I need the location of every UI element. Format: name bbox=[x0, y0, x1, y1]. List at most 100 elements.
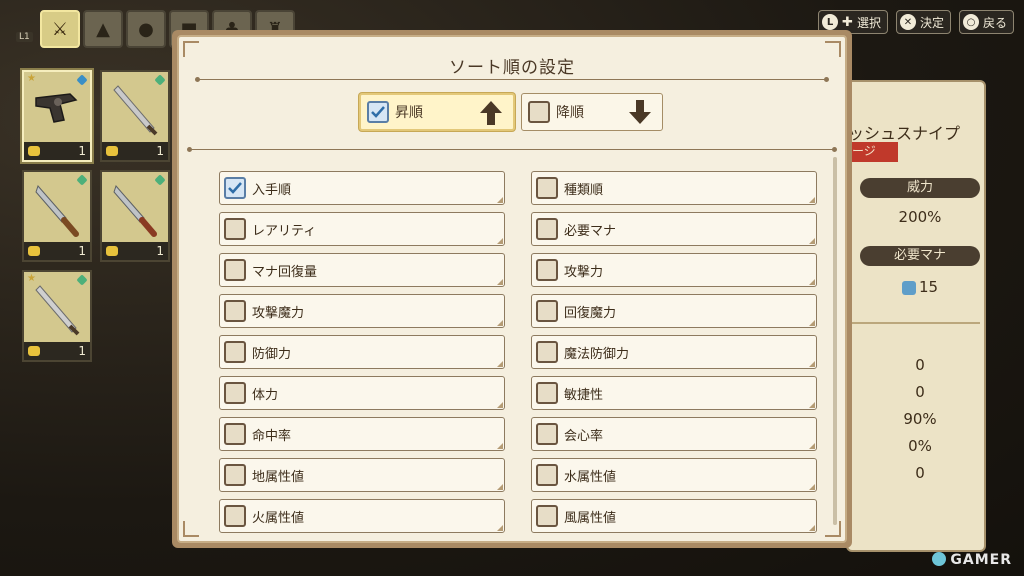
item-count: 1 bbox=[156, 144, 164, 158]
logo-icon bbox=[932, 552, 947, 566]
coin-icon bbox=[106, 246, 118, 256]
coin-icon bbox=[28, 246, 40, 256]
dialog-body: ソート順の設定 昇順 降順 入手順 レアリティ マナ回復量 攻撃魔力 防御力 体… bbox=[177, 35, 847, 543]
ascending-label: 昇順 bbox=[395, 105, 423, 121]
sort-option[interactable]: 種類順 bbox=[531, 171, 817, 205]
cross-button-icon: ✕ bbox=[899, 14, 916, 30]
tab-potion-icon[interactable]: ● bbox=[126, 10, 166, 48]
sort-option[interactable]: 水属性値 bbox=[531, 458, 817, 492]
sort-option[interactable]: 攻撃力 bbox=[531, 253, 817, 287]
checkbox bbox=[536, 423, 558, 445]
stat-value: 0 bbox=[915, 464, 925, 482]
knife-icon bbox=[35, 185, 79, 237]
inventory-item[interactable]: ★ 1 bbox=[22, 270, 92, 362]
sort-option[interactable]: 風属性値 bbox=[531, 499, 817, 533]
stat-value: 90% bbox=[903, 410, 937, 428]
sort-option[interactable]: 地属性値 bbox=[219, 458, 505, 492]
sword-icon bbox=[35, 285, 80, 336]
divider bbox=[195, 77, 829, 82]
sort-option[interactable]: 会心率 bbox=[531, 417, 817, 451]
power-label: 威力 bbox=[860, 178, 980, 198]
sort-option[interactable]: 防御力 bbox=[219, 335, 505, 369]
inventory-item[interactable]: ★ 1 bbox=[22, 70, 92, 162]
checkbox bbox=[536, 505, 558, 527]
sort-order-dialog: ソート順の設定 昇順 降順 入手順 レアリティ マナ回復量 攻撃魔力 防御力 体… bbox=[172, 30, 852, 548]
item-count: 1 bbox=[78, 144, 86, 158]
checkbox bbox=[224, 341, 246, 363]
sort-option-label: 体力 bbox=[252, 387, 279, 403]
checkbox bbox=[536, 300, 558, 322]
scrollbar-thumb[interactable] bbox=[833, 157, 837, 525]
descending-button[interactable]: 降順 bbox=[521, 93, 663, 131]
ascending-button[interactable]: 昇順 bbox=[359, 93, 515, 131]
divider bbox=[187, 147, 837, 152]
sort-option[interactable]: 回復魔力 bbox=[531, 294, 817, 328]
checkbox bbox=[224, 177, 246, 199]
item-detail-panel: ッシュスナイプ ージ 威力 200% 必要マナ 15 0 0 90% 0% 0 bbox=[846, 80, 986, 552]
sort-option[interactable]: 必要マナ bbox=[531, 212, 817, 246]
l1-button-hint: L1 bbox=[16, 32, 33, 42]
inventory-item[interactable]: 1 bbox=[22, 170, 92, 262]
inventory-grid: ★ 1 1 1 1 ★ 1 bbox=[22, 70, 170, 362]
hint-select-label: 選択 bbox=[856, 15, 881, 30]
sort-option[interactable]: 体力 bbox=[219, 376, 505, 410]
circle-button-icon: ○ bbox=[962, 14, 979, 30]
item-count: 1 bbox=[156, 244, 164, 258]
watermark: GAMER bbox=[932, 552, 1012, 568]
arrow-up-icon bbox=[480, 101, 502, 125]
inventory-item[interactable]: 1 bbox=[100, 170, 170, 262]
mana-value-row: 15 bbox=[860, 278, 980, 296]
revolver-icon bbox=[35, 93, 78, 123]
sort-option[interactable]: 入手順 bbox=[219, 171, 505, 205]
sort-option-label: 会心率 bbox=[564, 428, 604, 444]
hint-back-label: 戻る bbox=[982, 15, 1007, 30]
checkbox bbox=[224, 300, 246, 322]
checkbox bbox=[536, 341, 558, 363]
sort-option-label: 攻撃魔力 bbox=[252, 305, 305, 321]
checkbox bbox=[536, 382, 558, 404]
sort-option-label: 防御力 bbox=[252, 346, 292, 362]
stats-box: 0 0 90% 0% 0 bbox=[848, 322, 980, 524]
check-icon bbox=[371, 106, 385, 118]
hint-confirm: ✕ 決定 bbox=[895, 10, 951, 34]
hint-confirm-label: 決定 bbox=[919, 15, 944, 30]
sort-option-label: マナ回復量 bbox=[252, 264, 318, 280]
checkbox bbox=[224, 464, 246, 486]
item-count: 1 bbox=[78, 344, 86, 358]
sort-option[interactable]: 敏捷性 bbox=[531, 376, 817, 410]
sort-option-label: 回復魔力 bbox=[564, 305, 617, 321]
sort-option-label: 必要マナ bbox=[564, 223, 617, 239]
descending-label: 降順 bbox=[556, 105, 584, 121]
dialog-title: ソート順の設定 bbox=[449, 58, 575, 78]
sort-option-label: 攻撃力 bbox=[564, 264, 604, 280]
checkbox bbox=[224, 505, 246, 527]
checkbox bbox=[536, 177, 558, 199]
checkbox bbox=[367, 101, 389, 123]
checkbox bbox=[536, 464, 558, 486]
sort-option[interactable]: 火属性値 bbox=[219, 499, 505, 533]
hint-back[interactable]: ○ 戻る bbox=[958, 10, 1014, 34]
stat-value: 0 bbox=[915, 356, 925, 374]
sort-option-label: 地属性値 bbox=[252, 469, 305, 485]
checkbox bbox=[224, 218, 246, 240]
item-count: 1 bbox=[78, 244, 86, 258]
power-value: 200% bbox=[898, 208, 942, 226]
sort-option[interactable]: マナ回復量 bbox=[219, 253, 505, 287]
sort-option-label: レアリティ bbox=[252, 223, 317, 239]
dpad-icon: ✚ bbox=[842, 14, 853, 30]
coin-icon bbox=[28, 146, 40, 156]
sort-option-label: 火属性値 bbox=[252, 510, 305, 526]
sort-option[interactable]: 魔法防御力 bbox=[531, 335, 817, 369]
sort-option[interactable]: 攻撃魔力 bbox=[219, 294, 505, 328]
tab-armor-icon[interactable]: ▲ bbox=[83, 10, 123, 48]
sort-option[interactable]: レアリティ bbox=[219, 212, 505, 246]
sort-option[interactable]: 命中率 bbox=[219, 417, 505, 451]
scrollbar[interactable] bbox=[833, 157, 837, 525]
checkbox bbox=[224, 382, 246, 404]
inventory-item[interactable]: 1 bbox=[100, 70, 170, 162]
arrow-down-icon bbox=[629, 100, 651, 124]
tab-weapon-sword-icon[interactable]: ⚔ bbox=[40, 10, 80, 48]
mana-value: 15 bbox=[918, 278, 939, 296]
sort-option-label: 命中率 bbox=[252, 428, 292, 444]
stat-value: 0 bbox=[915, 383, 925, 401]
